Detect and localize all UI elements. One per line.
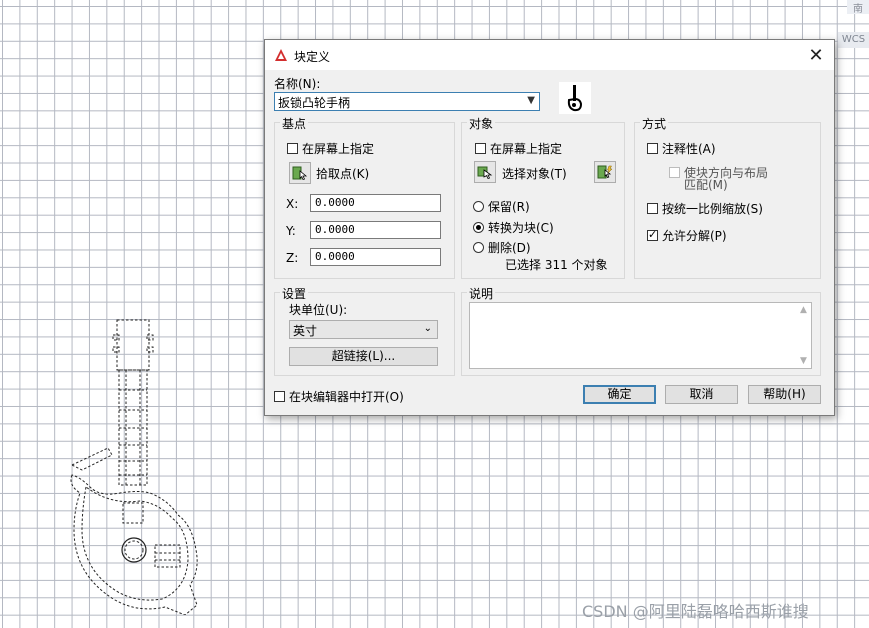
checkbox-icon[interactable] <box>475 143 486 154</box>
sound-hole <box>121 537 147 563</box>
z-label: Z: <box>286 251 299 265</box>
name-combobox[interactable]: 扳锁凸轮手柄 ▼ <box>274 92 540 111</box>
block-preview <box>559 82 591 114</box>
radio-icon[interactable] <box>473 242 484 253</box>
block-unit-select[interactable]: 英寸 ⌄ <box>289 320 438 339</box>
open-in-block-editor-checkbox[interactable]: 在块编辑器中打开(O) <box>274 388 404 405</box>
allow-exploding-checkbox[interactable]: 允许分解(P) <box>647 227 727 244</box>
retain-radio[interactable]: 保留(R) <box>473 198 530 215</box>
viewcube-label[interactable]: 南 <box>847 0 869 15</box>
checkbox-icon[interactable] <box>647 203 658 214</box>
hyperlink-button[interactable]: 超链接(L)... <box>289 347 438 366</box>
delete-radio[interactable]: 删除(D) <box>473 239 531 256</box>
name-label: 名称(N): <box>274 77 321 91</box>
description-scrollbar[interactable]: ▲ ▼ <box>798 303 812 368</box>
select-objects-button[interactable] <box>474 161 496 183</box>
guitar-drawing <box>70 319 198 615</box>
headstock-outline <box>116 319 150 371</box>
scroll-up-icon[interactable]: ▲ <box>800 305 807 315</box>
radio-selected-icon[interactable] <box>473 222 484 233</box>
watermark: CSDN @阿里陆磊咯哈西斯谁搜 <box>582 602 809 621</box>
select-objects-icon <box>477 166 493 179</box>
checkbox-icon[interactable] <box>287 143 298 154</box>
z-input[interactable]: 0.0000 <box>310 248 441 266</box>
quick-select-button[interactable] <box>594 161 616 183</box>
radio-icon[interactable] <box>473 201 484 212</box>
y-label: Y: <box>286 224 296 238</box>
block-unit-label: 块单位(U): <box>289 303 348 317</box>
x-input[interactable]: 0.0000 <box>310 194 441 212</box>
sound-hole-inner <box>124 540 144 560</box>
body-inner <box>81 486 189 601</box>
base-point-specify-on-screen[interactable]: 在屏幕上指定 <box>287 140 374 157</box>
checkbox-checked-icon[interactable] <box>647 228 658 241</box>
x-label: X: <box>286 197 299 211</box>
autocad-logo-icon <box>275 49 287 61</box>
dialog-titlebar[interactable]: 块定义 ✕ <box>265 40 834 70</box>
objects-specify-on-screen[interactable]: 在屏幕上指定 <box>475 140 562 157</box>
pick-point-icon <box>292 166 308 180</box>
chevron-down-icon[interactable]: ⌄ <box>424 323 432 334</box>
dialog-title: 块定义 <box>294 50 331 64</box>
block-unit-value: 英寸 <box>293 324 318 338</box>
pick-point-label: 拾取点(K) <box>316 167 370 181</box>
quick-select-icon <box>597 165 613 179</box>
y-input[interactable]: 0.0000 <box>310 221 441 239</box>
select-objects-label: 选择对象(T) <box>502 167 567 181</box>
tuner-peg <box>112 346 120 353</box>
close-icon: ✕ <box>808 44 824 66</box>
match-orientation-label-line2: 匹配(M) <box>684 178 728 192</box>
base-point-group-label: 基点 <box>280 115 309 132</box>
scroll-down-icon[interactable]: ▼ <box>800 356 807 366</box>
block-definition-dialog: 块定义 ✕ 名称(N): 扳锁凸轮手柄 ▼ 基点 在屏幕上指定 拾取点(K) X… <box>264 39 835 416</box>
close-button[interactable]: ✕ <box>798 40 834 70</box>
objects-group-label: 对象 <box>467 115 496 132</box>
settings-group-label: 设置 <box>280 285 309 302</box>
pick-point-button[interactable] <box>289 162 311 184</box>
scale-uniformly-checkbox[interactable]: 按统一比例缩放(S) <box>647 200 763 217</box>
description-textarea[interactable] <box>469 302 812 369</box>
checkbox-disabled-icon <box>669 167 680 178</box>
ok-button[interactable]: 确定 <box>583 385 656 404</box>
annotative-checkbox[interactable]: 注释性(A) <box>647 140 716 157</box>
wcs-indicator[interactable]: WCS <box>838 32 869 48</box>
tuner-peg <box>146 334 154 341</box>
bridge <box>154 544 181 568</box>
behavior-group-label: 方式 <box>640 115 669 132</box>
selected-count-status: 已选择 311 个对象 <box>505 258 608 272</box>
checkbox-icon[interactable] <box>647 143 658 154</box>
help-button[interactable]: 帮助(H) <box>748 385 821 404</box>
checkbox-icon[interactable] <box>274 391 285 402</box>
chevron-down-icon[interactable]: ▼ <box>527 95 535 106</box>
pickup-neck <box>122 502 144 524</box>
tuner-peg <box>112 334 120 341</box>
tuner-peg <box>146 346 154 353</box>
name-value: 扳锁凸轮手柄 <box>278 96 351 110</box>
convert-to-block-radio[interactable]: 转换为块(C) <box>473 219 554 236</box>
description-group-label: 说明 <box>467 285 496 302</box>
cancel-button[interactable]: 取消 <box>665 385 738 404</box>
cutaway-horn <box>70 447 113 471</box>
